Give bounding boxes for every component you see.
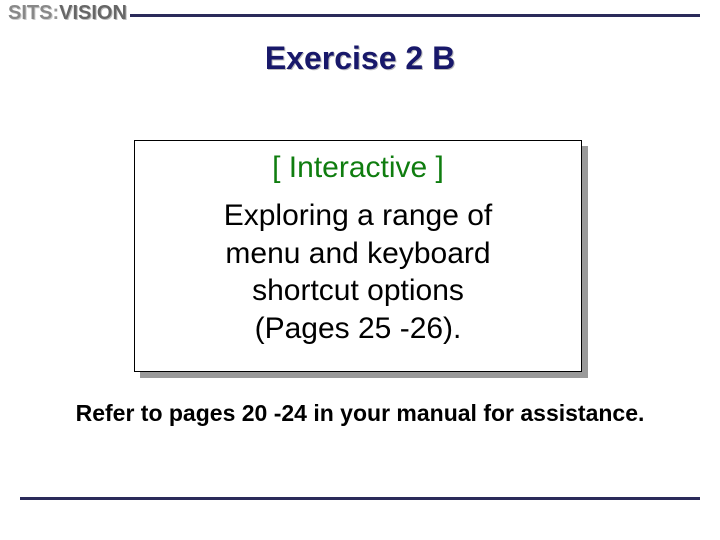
logo: SITS:VISION [8, 2, 127, 25]
content-box: [ Interactive ] Exploring a range of men… [134, 140, 582, 372]
footer-note: Refer to pages 20 -24 in your manual for… [0, 400, 720, 427]
box-body: Exploring a range of menu and keyboard s… [135, 197, 581, 347]
top-divider [130, 14, 700, 17]
box-line: menu and keyboard [135, 235, 581, 273]
header: SITS:VISION [0, 0, 720, 40]
logo-part2: VISION [59, 2, 127, 24]
box-line: shortcut options [135, 272, 581, 310]
box-line: (Pages 25 -26). [135, 310, 581, 348]
logo-part1: SITS [8, 2, 52, 24]
bottom-divider [20, 497, 700, 500]
box-line: Exploring a range of [135, 197, 581, 235]
box-heading: [ Interactive ] [135, 151, 581, 185]
page-title: Exercise 2 B [0, 40, 720, 77]
